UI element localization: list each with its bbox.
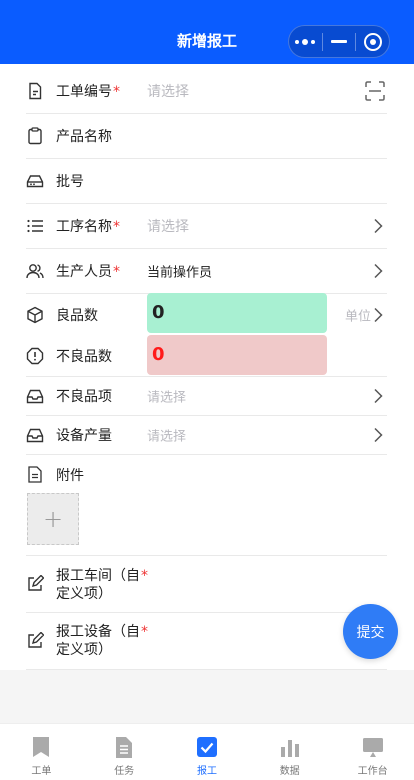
equipment-output-value[interactable]: 请选择: [147, 426, 186, 445]
defect-items-value[interactable]: 请选择: [147, 387, 186, 406]
defect-items-label: 不良品项: [56, 389, 112, 405]
good-qty-label: 良品数: [56, 307, 98, 324]
mini-program-capsule: [288, 25, 390, 58]
tab-report[interactable]: 报工: [166, 724, 249, 780]
bottom-tab-bar: 工单 任务 报工 数据 工作台: [0, 723, 414, 780]
custom-equipment-label: 报工设备（自* 定义项）: [56, 624, 148, 658]
checkbox-icon: [196, 737, 217, 757]
more-dots-icon: [295, 38, 316, 45]
list-icon: [27, 219, 43, 233]
product-name-label: 产品名称: [56, 129, 112, 145]
minimize-button[interactable]: [323, 26, 356, 57]
attachment-label: 附件: [56, 468, 84, 484]
users-icon: [26, 264, 44, 279]
edit-icon: [28, 632, 44, 648]
monitor-icon: [362, 738, 383, 757]
work-order-row[interactable]: 工单编号* 请选择: [26, 69, 387, 114]
work-order-label: 工单编号*: [56, 84, 120, 100]
file-icon: [28, 466, 42, 483]
work-order-value[interactable]: 请选择: [147, 81, 189, 101]
custom-workshop-row[interactable]: 报工车间（自* 定义项）: [26, 555, 387, 613]
custom-equipment-row[interactable]: 报工设备（自* 定义项）: [26, 613, 387, 670]
submit-button[interactable]: 提交: [343, 604, 398, 659]
clipboard-icon: [28, 127, 42, 145]
unit-label: 单位: [344, 309, 371, 324]
edit-icon: [28, 575, 44, 591]
chevron-right-icon: [374, 218, 383, 234]
process-label: 工序名称*: [56, 219, 120, 235]
defect-items-row[interactable]: 不良品项 请选择: [26, 377, 387, 416]
operator-value[interactable]: 当前操作员: [147, 262, 212, 281]
report-form: 工单编号* 请选择 产品名称 批号 工序名称* 请选择 生产人员* 当前操作员 …: [0, 64, 414, 670]
close-miniprogram-button[interactable]: [356, 26, 389, 57]
tab-workbench[interactable]: 工作台: [331, 724, 414, 780]
tab-data[interactable]: 数据: [248, 724, 331, 780]
batch-row: 批号: [26, 159, 387, 204]
target-icon: [363, 32, 382, 51]
batch-label: 批号: [56, 174, 84, 190]
document-icon: [116, 737, 133, 758]
scan-icon[interactable]: [365, 81, 385, 101]
defect-qty-row: 不良品数 0: [26, 335, 387, 377]
upload-button[interactable]: +: [27, 493, 79, 545]
chevron-right-icon: [374, 263, 383, 279]
cube-icon: [27, 306, 43, 323]
inbox-icon: [26, 389, 44, 404]
process-value[interactable]: 请选择: [147, 216, 189, 236]
defect-qty-input[interactable]: 0: [147, 335, 327, 375]
tab-work-order[interactable]: 工单: [0, 724, 83, 780]
custom-workshop-label: 报工车间（自* 定义项）: [56, 568, 148, 602]
equipment-output-label: 设备产量: [56, 428, 112, 444]
chevron-right-icon[interactable]: [373, 307, 383, 323]
operator-label: 生产人员*: [56, 264, 120, 280]
bookmark-icon: [33, 737, 50, 757]
top-bar: 新增报工: [0, 0, 414, 64]
plus-icon: +: [42, 505, 64, 533]
document-icon: [29, 82, 42, 100]
more-button[interactable]: [289, 26, 322, 57]
minimize-icon: [331, 40, 347, 43]
chevron-right-icon: [374, 388, 383, 404]
defect-qty-label: 不良品数: [56, 348, 112, 365]
alert-circle-icon: [26, 347, 44, 364]
tab-task[interactable]: 任务: [83, 724, 166, 780]
good-qty-row: 良品数 0 单位: [26, 293, 387, 335]
drive-icon: [26, 175, 44, 188]
equipment-output-row[interactable]: 设备产量 请选择: [26, 416, 387, 455]
product-name-row: 产品名称: [26, 114, 387, 159]
bar-chart-icon: [280, 740, 299, 757]
chevron-right-icon: [374, 427, 383, 443]
process-row[interactable]: 工序名称* 请选择: [26, 204, 387, 249]
good-qty-input[interactable]: 0: [147, 293, 327, 333]
operator-row[interactable]: 生产人员* 当前操作员: [26, 249, 387, 294]
inbox-icon: [26, 428, 44, 443]
